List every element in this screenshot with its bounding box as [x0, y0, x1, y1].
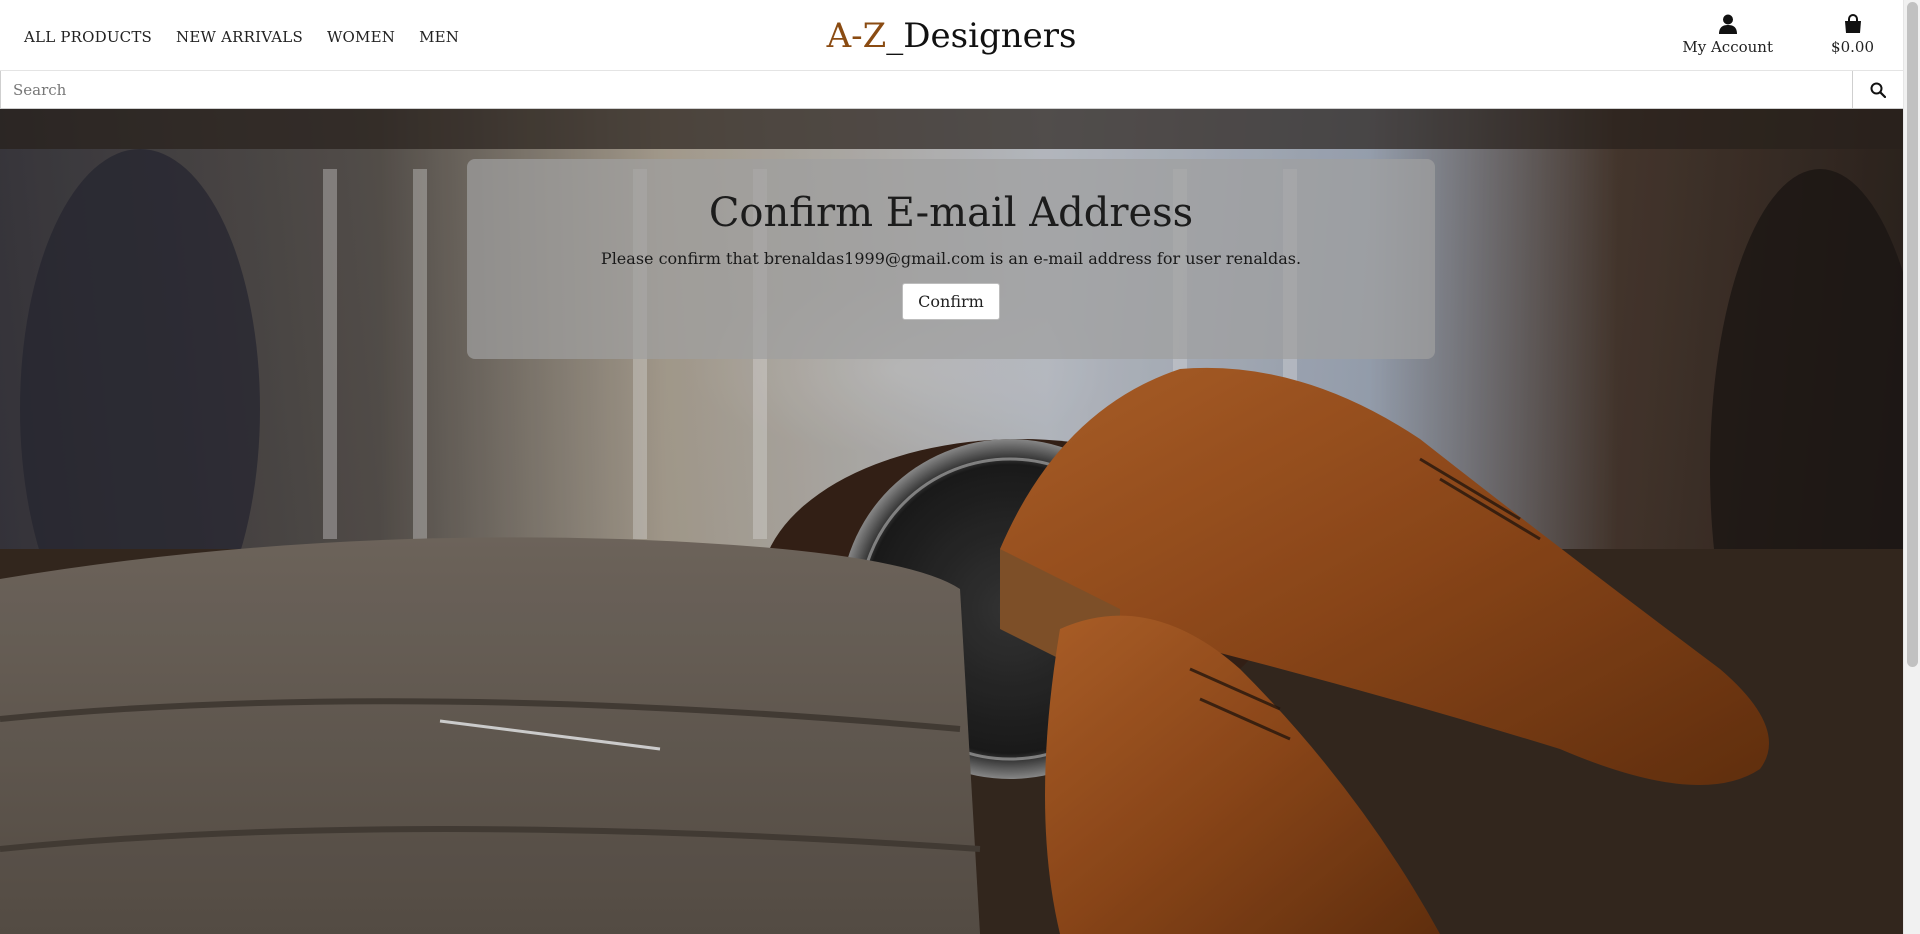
site-header: ALL PRODUCTS NEW ARRIVALS WOMEN MEN A-Z_… [0, 0, 1903, 71]
confirm-title: Confirm E-mail Address [708, 190, 1194, 236]
nav-all-products[interactable]: ALL PRODUCTS [24, 28, 152, 46]
nav-women[interactable]: WOMEN [327, 28, 395, 46]
hero-background: Confirm E-mail Address Please confirm th… [0, 109, 1903, 934]
scrollbar-thumb[interactable] [1907, 2, 1918, 667]
main-nav: ALL PRODUCTS NEW ARRIVALS WOMEN MEN [24, 28, 459, 46]
confirm-email: brenaldas1999@gmail.com [763, 249, 985, 268]
brand-accent-text: A-Z [826, 16, 887, 56]
search-button[interactable] [1853, 71, 1903, 108]
search-icon [1870, 82, 1886, 98]
bag-total: $0.00 [1831, 38, 1874, 56]
user-icon [1718, 14, 1737, 34]
page-scrollbar[interactable] [1903, 0, 1920, 934]
confirm-text-prefix: Please confirm that [600, 249, 764, 268]
my-account-link[interactable]: My Account [1682, 14, 1773, 56]
nav-men[interactable]: MEN [419, 28, 459, 46]
search-bar [0, 71, 1903, 109]
nav-new-arrivals[interactable]: NEW ARRIVALS [176, 28, 303, 46]
confirm-text-suffix: is an e-mail address for user renaldas. [984, 249, 1302, 268]
search-input[interactable] [0, 71, 1853, 108]
confirm-button[interactable]: Confirm [902, 283, 1000, 320]
brand-link[interactable]: A-Z_Designers [827, 16, 1077, 56]
brand-rest-text: _Designers [886, 16, 1077, 56]
page: ALL PRODUCTS NEW ARRIVALS WOMEN MEN A-Z_… [0, 0, 1903, 934]
shopping-bag-link[interactable]: $0.00 [1831, 14, 1874, 56]
shopping-bag-icon [1844, 14, 1861, 33]
my-account-label: My Account [1682, 38, 1773, 56]
confirm-message: Please confirm that brenaldas1999@gmail.… [467, 249, 1435, 268]
confirm-email-card: Confirm E-mail Address Please confirm th… [467, 159, 1435, 359]
